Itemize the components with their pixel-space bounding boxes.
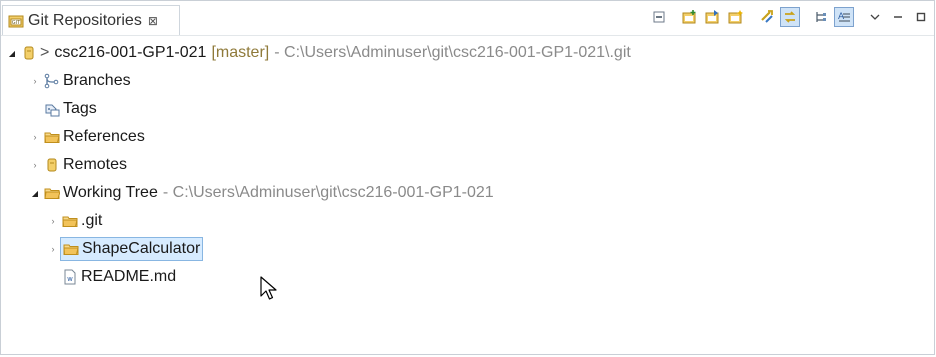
remotes-label: Remotes [63,156,128,173]
tree-item-remotes[interactable]: › Remotes [28,151,128,179]
tree-item-git-folder[interactable]: › .git [46,207,103,235]
collapsed-twisty-icon[interactable]: › [46,244,60,254]
clone-repo-icon[interactable] [703,7,723,27]
selected-item-highlight[interactable]: ShapeCalculator [60,237,204,261]
view-menu-icon[interactable] [865,7,885,27]
tab-divider [1,35,934,36]
branch-decoration: [master] [211,44,270,61]
tree-item-branches[interactable]: › Branches [28,67,131,95]
branches-icon [44,73,60,89]
repository-path: - C:\Users\Adminuser\git\csc216-001-GP1-… [274,44,631,61]
tags-icon [44,101,60,117]
expanded-twisty-icon[interactable]: ◢ [28,189,42,198]
view-tab-bar: GIT Git Repositories ⊠ A [1,1,934,37]
tree-item-working-tree[interactable]: ◢ Working Tree - C:\Users\Adminuser\git\… [28,179,494,207]
add-existing-repo-icon[interactable] [680,7,700,27]
tab-git-repositories[interactable]: GIT Git Repositories ⊠ [2,5,180,35]
shapecalculator-label: ShapeCalculator [82,240,201,257]
expanded-twisty-icon[interactable]: ◢ [5,49,19,58]
tree-item-tags[interactable]: Tags [28,95,97,123]
view-toolbar: A [649,7,934,27]
collapsed-twisty-icon[interactable]: › [28,160,42,170]
references-label: References [63,128,145,145]
repository-prefix: > [40,44,50,61]
show-details-icon[interactable]: A [834,7,854,27]
working-tree-label: Working Tree [63,184,158,201]
remotes-icon [44,157,60,173]
tab-title: Git Repositories [28,11,142,29]
create-repo-icon[interactable] [726,7,746,27]
maximize-icon[interactable] [911,7,931,27]
tree-item-references[interactable]: › References [28,123,145,151]
tree-item-readme[interactable]: w README.md [46,263,176,291]
tree-item-shapecalculator[interactable]: › ShapeCalculator [46,235,204,263]
folder-icon [63,241,79,257]
link-with-selection-icon[interactable] [780,7,800,27]
repository-name: csc216-001-GP1-021 [54,44,207,61]
file-icon: w [62,269,78,285]
folder-icon [62,213,78,229]
close-icon[interactable]: ⊠ [148,14,158,28]
branches-label: Branches [63,72,131,89]
minimize-icon[interactable] [888,7,908,27]
collapse-all-icon[interactable] [649,7,669,27]
git-repositories-view: GIT Git Repositories ⊠ A ◢ > csc216-001-… [0,0,935,355]
repository-icon [21,45,37,61]
hierarchical-branch-icon[interactable] [811,7,831,27]
readme-label: README.md [81,268,177,285]
mouse-cursor-icon [260,276,277,300]
collapsed-twisty-icon[interactable]: › [28,76,42,86]
svg-text:GIT: GIT [12,20,21,26]
open-folder-icon [44,185,60,201]
folder-icon [44,129,60,145]
working-tree-path: - C:\Users\Adminuser\git\csc216-001-GP1-… [162,184,494,201]
svg-text:w: w [67,275,73,283]
refresh-icon[interactable] [757,7,777,27]
git-folder-label: .git [81,212,103,229]
tags-label: Tags [63,100,97,117]
collapsed-twisty-icon[interactable]: › [46,216,60,226]
git-repositories-icon: GIT [8,13,24,29]
tree-item-repository[interactable]: ◢ > csc216-001-GP1-021 [master] - C:\Use… [5,39,631,67]
collapsed-twisty-icon[interactable]: › [28,132,42,142]
